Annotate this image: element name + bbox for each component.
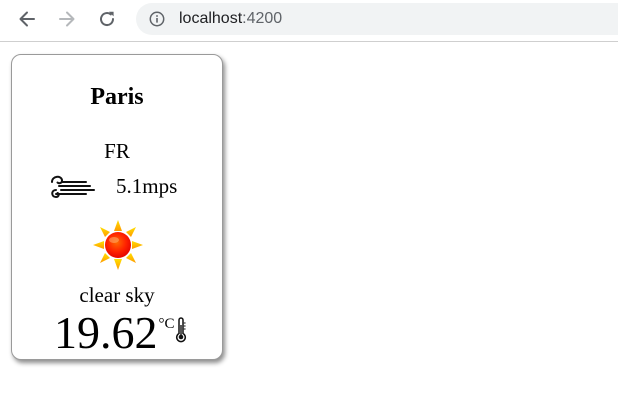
- country-code: FR: [104, 139, 130, 163]
- thermometer-icon: [175, 317, 186, 343]
- wind-icon: [51, 175, 95, 199]
- city-name: Paris: [90, 84, 144, 110]
- url-port: :4200: [242, 10, 283, 27]
- arrow-back-icon: [19, 11, 35, 27]
- browser-toolbar: localhost:4200: [0, 0, 618, 42]
- wind-row: 5.1mps: [50, 173, 177, 199]
- address-bar[interactable]: localhost:4200: [136, 3, 618, 35]
- forward-button[interactable]: [56, 8, 78, 30]
- temperature-row: 19.62 °C: [54, 309, 187, 357]
- back-button[interactable]: [16, 8, 38, 30]
- url-text: localhost:4200: [179, 10, 282, 28]
- temperature-unit: °C: [158, 316, 175, 332]
- wind-speed: 5.1mps: [116, 174, 178, 198]
- reload-button[interactable]: [96, 8, 118, 30]
- arrow-forward-icon: [59, 11, 75, 27]
- temperature-value: 19.62: [54, 307, 158, 358]
- info-icon[interactable]: [149, 11, 165, 27]
- reload-icon: [100, 11, 115, 27]
- weather-card: Paris FR 5.1mps clear sky 19.62 °C: [11, 54, 223, 360]
- sun-icon: [93, 220, 143, 270]
- weather-condition: clear sky: [79, 283, 155, 307]
- url-host: localhost: [179, 10, 243, 27]
